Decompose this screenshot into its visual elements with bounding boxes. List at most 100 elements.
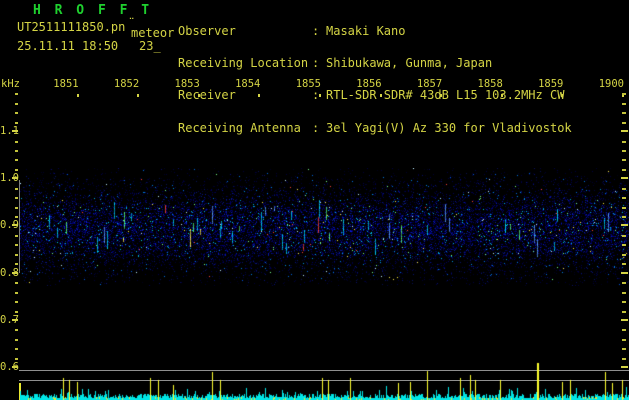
x-tick-label: 1858 bbox=[477, 78, 503, 90]
x-tick bbox=[76, 94, 79, 97]
y-tick-minor-right bbox=[622, 93, 626, 95]
y-tick-major-left bbox=[12, 177, 18, 180]
y-tick-major-right bbox=[621, 271, 628, 274]
y-axis-unit-label: kHz bbox=[1, 78, 20, 90]
y-tick-minor-right bbox=[622, 244, 626, 246]
y-tick-minor-right bbox=[622, 339, 626, 341]
y-tick-minor-left bbox=[15, 263, 18, 265]
info-value: 3el Yagi(V) Az 330 for Vladivostok bbox=[326, 120, 572, 135]
spectrogram-canvas bbox=[20, 168, 629, 286]
y-tick-minor-left bbox=[15, 150, 18, 152]
y-tick-minor-right bbox=[622, 197, 626, 199]
y-tick-minor-left bbox=[15, 244, 18, 246]
x-tick bbox=[500, 94, 503, 97]
y-tick-minor-right bbox=[622, 235, 626, 237]
y-tick-minor-left bbox=[15, 216, 18, 218]
y-tick-minor-right bbox=[622, 311, 626, 313]
x-tick bbox=[319, 94, 321, 97]
y-tick-minor-right bbox=[622, 263, 626, 265]
x-tick bbox=[137, 94, 140, 97]
info-value: Shibukawa, Gunma, Japan bbox=[326, 55, 493, 70]
y-tick-minor-right bbox=[622, 216, 626, 218]
info-row-antenna: Receiving Antenna:3el Yagi(V) Az 330 for… bbox=[178, 120, 572, 135]
y-tick-major-left bbox=[12, 130, 18, 132]
y-tick-minor-right bbox=[622, 169, 626, 171]
y-tick-minor-left bbox=[15, 188, 18, 190]
observatory-tag: meteor bbox=[131, 26, 175, 40]
x-tick bbox=[379, 94, 382, 97]
y-tick-minor-left bbox=[15, 93, 18, 95]
x-tick-label: 1854 bbox=[235, 78, 261, 90]
y-tick-minor-right bbox=[622, 292, 626, 294]
x-tick-label: 1852 bbox=[113, 78, 140, 90]
y-tick-minor-left bbox=[15, 207, 18, 209]
x-tick-label: 1855 bbox=[295, 78, 321, 90]
y-tick-major-left bbox=[12, 366, 18, 368]
info-label: Observer bbox=[178, 23, 236, 38]
info-label: Receiving Antenna bbox=[178, 120, 301, 135]
y-tick-minor-right bbox=[622, 188, 626, 190]
y-tick-minor-right bbox=[622, 103, 626, 105]
x-tick-label: 1856 bbox=[356, 78, 382, 90]
y-tick-minor-left bbox=[15, 112, 18, 114]
y-tick-minor-right bbox=[622, 150, 626, 152]
info-separator: : bbox=[312, 120, 320, 135]
y-tick-minor-left bbox=[15, 197, 18, 199]
x-tick bbox=[561, 94, 564, 97]
output-filename: UT2511111850.pn bbox=[17, 20, 126, 34]
y-tick-minor-right bbox=[622, 282, 626, 284]
y-tick-minor-left bbox=[15, 122, 18, 124]
y-tick-minor-left bbox=[15, 282, 18, 284]
info-row-location: Receiving Location: Shibukawa, Gunma, Jap… bbox=[178, 55, 572, 70]
y-tick-minor-right bbox=[622, 348, 626, 350]
y-tick-minor-right bbox=[622, 159, 626, 161]
x-tick bbox=[258, 94, 261, 97]
y-tick-minor-left bbox=[15, 254, 18, 256]
info-value: RTL-SDR SDR# 43dB L15 103.2MHz CW bbox=[326, 88, 565, 103]
y-tick-major-right bbox=[621, 177, 628, 180]
y-tick-minor-left bbox=[15, 141, 18, 143]
x-tick-label: 1851 bbox=[53, 78, 79, 90]
y-tick-minor-left bbox=[15, 329, 18, 331]
observation-datetime: 25.11.11 18:50 bbox=[17, 39, 119, 53]
y-tick-minor-left bbox=[15, 103, 18, 105]
y-tick-major-right bbox=[621, 130, 628, 132]
y-tick-minor-left bbox=[15, 159, 18, 161]
y-tick-minor-left bbox=[15, 339, 18, 341]
x-tick-label: 1857 bbox=[416, 78, 443, 90]
info-label: Receiving Location bbox=[178, 55, 309, 70]
y-tick-minor-left bbox=[15, 311, 18, 313]
x-tick bbox=[197, 94, 200, 97]
x-tick-label: 1900 bbox=[598, 78, 624, 90]
y-tick-minor-right bbox=[622, 122, 626, 124]
y-tick-minor-right bbox=[622, 141, 626, 143]
info-row-receiver: Receiver: RTL-SDR SDR# 43dB L15 103.2MHz … bbox=[178, 88, 572, 103]
y-tick-major-left bbox=[12, 271, 18, 274]
x-tick bbox=[440, 94, 443, 97]
x-tick-label: 1853 bbox=[174, 78, 200, 90]
y-tick-minor-right bbox=[622, 254, 626, 256]
y-tick-minor-left bbox=[15, 358, 18, 360]
y-tick-minor-left bbox=[15, 292, 18, 294]
y-tick-minor-left bbox=[15, 235, 18, 237]
hrofft-screen: { "header": { "app_title": "H R O F F T"… bbox=[0, 0, 629, 400]
y-tick-major-left bbox=[12, 318, 18, 321]
y-tick-major-left bbox=[12, 224, 18, 227]
station-info: Observer: Masaki Kano Receiving Location:… bbox=[178, 4, 572, 144]
y-tick-minor-left bbox=[15, 348, 18, 350]
y-tick-minor-right bbox=[622, 301, 626, 303]
y-tick-major-right bbox=[621, 224, 628, 227]
y-tick-minor-left bbox=[15, 169, 18, 171]
y-tick-minor-right bbox=[622, 207, 626, 209]
info-separator: : bbox=[312, 23, 320, 38]
info-separator: : bbox=[312, 55, 320, 70]
y-tick-minor-left bbox=[15, 301, 18, 303]
x-tick-label: 1859 bbox=[538, 78, 564, 90]
signal-level-canvas bbox=[20, 358, 629, 400]
y-tick-minor-right bbox=[622, 112, 626, 114]
frame-counter: 23_ bbox=[139, 39, 161, 53]
info-row-observer: Observer: Masaki Kano bbox=[178, 23, 572, 38]
y-tick-minor-right bbox=[622, 358, 626, 360]
y-tick-major-right bbox=[621, 318, 628, 321]
info-value: Masaki Kano bbox=[326, 23, 406, 38]
